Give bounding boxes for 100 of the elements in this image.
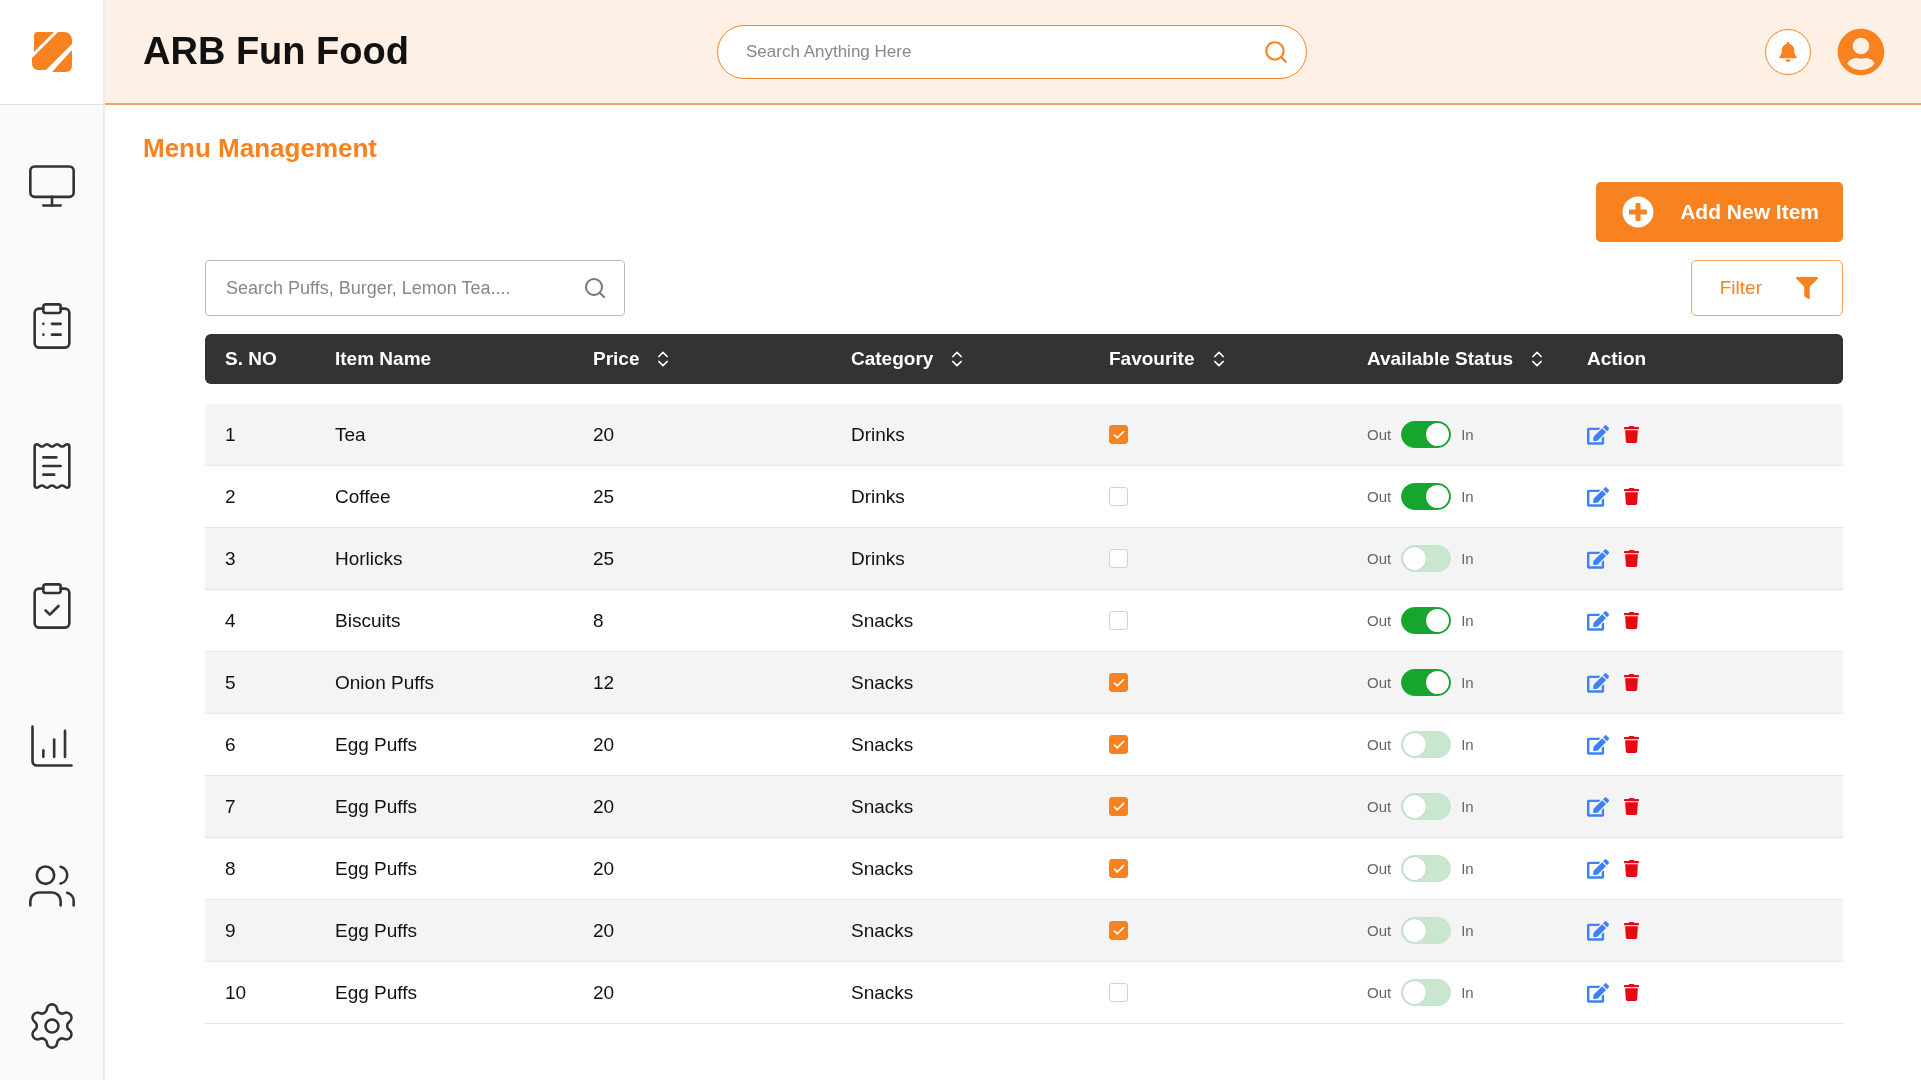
edit-icon[interactable] bbox=[1587, 919, 1609, 942]
favourite-checkbox[interactable] bbox=[1109, 673, 1128, 692]
trash-icon[interactable] bbox=[1623, 736, 1640, 753]
favourite-checkbox[interactable] bbox=[1109, 487, 1128, 506]
column-header: Action bbox=[1587, 348, 1647, 370]
notification-button[interactable] bbox=[1765, 28, 1811, 75]
edit-icon[interactable] bbox=[1587, 671, 1609, 694]
edit-icon[interactable] bbox=[1587, 857, 1609, 880]
trash-icon[interactable] bbox=[1623, 426, 1640, 443]
trash-icon[interactable] bbox=[1623, 984, 1640, 1001]
table-cell-text: Egg Puffs bbox=[335, 857, 419, 880]
switch-label: In bbox=[1461, 798, 1474, 815]
search-field[interactable]: Search Anything Here bbox=[717, 24, 1307, 79]
switch-label: Out bbox=[1367, 984, 1392, 1001]
edit-icon[interactable] bbox=[1587, 733, 1609, 756]
table-cell-text: 20 bbox=[593, 795, 616, 818]
favourite-checkbox[interactable] bbox=[1109, 983, 1128, 1002]
switch-label: Out bbox=[1367, 736, 1392, 753]
table-cell-text: 3 bbox=[225, 547, 237, 570]
switch-label: Out bbox=[1367, 922, 1392, 939]
bell-icon bbox=[1778, 41, 1798, 62]
table-cell-text: 7 bbox=[225, 795, 237, 818]
table-cell-text: Snacks bbox=[851, 671, 915, 694]
edit-icon[interactable] bbox=[1587, 485, 1609, 508]
switch-label: Out bbox=[1367, 674, 1392, 691]
trash-icon[interactable] bbox=[1623, 860, 1640, 877]
column-header: Price bbox=[593, 348, 640, 370]
table-cell-text: Horlicks bbox=[335, 547, 404, 570]
edit-icon[interactable] bbox=[1587, 547, 1609, 570]
availability-toggle[interactable] bbox=[1401, 483, 1452, 510]
table-cell-text: 5 bbox=[225, 671, 237, 694]
switch-label: In bbox=[1461, 922, 1474, 939]
table-cell-text: 4 bbox=[225, 609, 237, 632]
table-cell-text: 25 bbox=[593, 547, 616, 570]
profile-button[interactable] bbox=[1837, 27, 1885, 76]
switch-label: In bbox=[1461, 612, 1474, 629]
trash-icon[interactable] bbox=[1623, 922, 1640, 939]
favourite-checkbox[interactable] bbox=[1109, 611, 1128, 630]
table-cell-text: Snacks bbox=[851, 919, 915, 942]
switch-label: Out bbox=[1367, 798, 1392, 815]
table-cell-text: Egg Puffs bbox=[335, 733, 419, 756]
edit-icon[interactable] bbox=[1587, 981, 1609, 1004]
table-cell-text: 1 bbox=[225, 423, 237, 446]
trash-icon[interactable] bbox=[1623, 612, 1640, 629]
table-cell-text: Onion Puffs bbox=[335, 671, 435, 694]
search-icon[interactable] bbox=[583, 276, 607, 300]
table-cell-text: Tea bbox=[335, 423, 367, 446]
table-cell-text: 20 bbox=[593, 981, 616, 1004]
column-header: S. NO bbox=[225, 348, 277, 370]
switch-label: Out bbox=[1367, 612, 1392, 629]
search-icon[interactable] bbox=[1263, 38, 1289, 65]
table-cell-text: Snacks bbox=[851, 981, 915, 1004]
switch-label: In bbox=[1461, 860, 1474, 877]
table-cell-text: Snacks bbox=[851, 733, 915, 756]
column-header: Available Status bbox=[1367, 348, 1514, 370]
table-cell-text: Snacks bbox=[851, 857, 915, 880]
switch-label: Out bbox=[1367, 860, 1392, 877]
switch-label: In bbox=[1461, 736, 1474, 753]
favourite-checkbox[interactable] bbox=[1109, 549, 1128, 568]
trash-icon[interactable] bbox=[1623, 550, 1640, 567]
table-cell-text: Snacks bbox=[851, 795, 915, 818]
availability-toggle[interactable] bbox=[1401, 669, 1452, 696]
table-cell-text: Coffee bbox=[335, 485, 392, 508]
switch-label: Out bbox=[1367, 550, 1392, 567]
favourite-checkbox[interactable] bbox=[1109, 921, 1128, 940]
search-field[interactable]: Search Puffs, Burger, Lemon Tea.... bbox=[205, 260, 625, 316]
availability-toggle[interactable] bbox=[1401, 607, 1452, 634]
table-cell-text: Egg Puffs bbox=[335, 981, 419, 1004]
switch-label: Out bbox=[1367, 488, 1392, 505]
availability-toggle[interactable] bbox=[1401, 421, 1452, 448]
table-cell-text: 20 bbox=[593, 857, 616, 880]
column-header: Item Name bbox=[335, 348, 432, 370]
filter-button[interactable]: Filter bbox=[1690, 260, 1843, 316]
table-cell-text: 8 bbox=[593, 609, 605, 632]
trash-icon[interactable] bbox=[1623, 674, 1640, 691]
table-cell-text: Biscuits bbox=[335, 609, 402, 632]
table-cell-text: 6 bbox=[225, 733, 237, 756]
table-cell-text: Egg Puffs bbox=[335, 795, 419, 818]
edit-icon[interactable] bbox=[1587, 423, 1609, 446]
funnel-icon bbox=[1796, 277, 1818, 299]
table-cell-text: Snacks bbox=[851, 609, 915, 632]
favourite-checkbox[interactable] bbox=[1109, 425, 1128, 444]
table-cell-text: Drinks bbox=[851, 547, 906, 570]
edit-icon[interactable] bbox=[1587, 795, 1609, 818]
table-cell-text: Egg Puffs bbox=[335, 919, 419, 942]
table-cell-text: 12 bbox=[593, 671, 616, 694]
trash-icon[interactable] bbox=[1623, 488, 1640, 505]
favourite-checkbox[interactable] bbox=[1109, 797, 1128, 816]
edit-icon[interactable] bbox=[1587, 609, 1609, 632]
add-item-button[interactable]: Add New Item bbox=[1596, 182, 1843, 242]
table-cell-text: 8 bbox=[225, 857, 237, 880]
table-cell-text: 25 bbox=[593, 485, 616, 508]
favourite-checkbox[interactable] bbox=[1109, 735, 1128, 754]
trash-icon[interactable] bbox=[1623, 798, 1640, 815]
table-cell-text: 20 bbox=[593, 423, 616, 446]
page-title: Menu Management bbox=[143, 133, 379, 164]
table-cell-text: 20 bbox=[593, 919, 616, 942]
table-cell-text: 10 bbox=[225, 981, 248, 1004]
table-cell-text: Drinks bbox=[851, 485, 906, 508]
favourite-checkbox[interactable] bbox=[1109, 859, 1128, 878]
